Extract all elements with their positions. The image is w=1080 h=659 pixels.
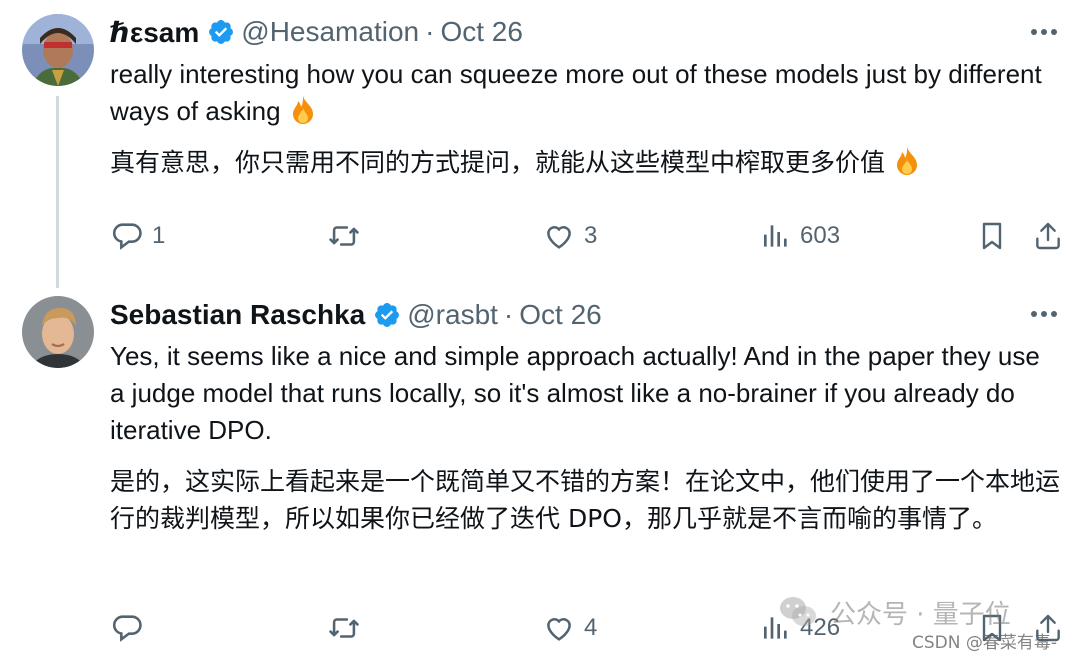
tweet-date[interactable]: Oct 26 [519,299,601,331]
tweet-date[interactable]: Oct 26 [440,16,522,48]
separator-dot: · [425,16,435,47]
analytics-icon [764,225,787,247]
tweet-text: really interesting how you can squeeze m… [110,59,1042,126]
wechat-icon [780,597,816,626]
repost-button[interactable] [326,216,370,256]
reply-icon [112,223,142,250]
user-handle[interactable]: @Hesamation [241,16,419,48]
fire-emoji-icon [287,94,319,136]
csdn-credit: CSDN @春菜有毒- [912,633,1058,653]
more-options-icon[interactable] [1026,14,1062,50]
reply-count: 1 [152,222,166,249]
tweet-text-en: Yes, it seems like a nice and simple app… [110,341,1040,445]
tweet-text-zh: 是的，这实际上看起来是一个既简单又不错的方案！在论文中，他们使用了一个本地运行的… [110,467,1061,533]
tweet-translation: 真有意思，你只需用不同的方式提问，就能从这些模型中榨取更多价值 [110,148,886,177]
more-options-icon[interactable] [1026,296,1062,332]
reply-icon [112,615,142,642]
avatar[interactable] [22,14,94,86]
action-bar: 1 3 603 [108,216,1068,256]
fire-emoji-icon [891,145,923,187]
display-name[interactable]: Sebastian Raschka [110,299,365,331]
like-count: 4 [584,614,598,641]
reply-button[interactable]: 1 [110,216,165,256]
share-icon [1036,222,1060,250]
repost-button[interactable] [326,608,370,648]
reply-button[interactable] [110,608,152,648]
like-button[interactable]: 4 [542,608,597,648]
verified-badge-icon [207,18,235,46]
heart-icon [547,226,571,249]
view-count: 603 [800,222,841,249]
like-button[interactable]: 3 [542,216,597,256]
like-count: 3 [584,222,598,249]
repost-icon [329,226,359,246]
display-name[interactable]: ℏεsam [110,16,199,49]
heart-icon [547,618,571,641]
repost-icon [329,618,359,638]
bookmark-button[interactable] [976,216,1008,256]
verified-badge-icon [373,301,401,329]
thread-connector [56,96,59,288]
separator-dot: · [503,299,514,330]
views-button[interactable]: 603 [760,216,840,256]
watermark-label: 公众号 · 量子位 [830,599,1011,630]
bookmark-icon [982,222,1002,250]
avatar[interactable] [22,296,94,368]
tweet-text-en: really interesting how you can squeeze m… [110,56,1060,136]
tweet-text-zh: 真有意思，你只需用不同的方式提问，就能从这些模型中榨取更多价值 [110,144,1070,187]
user-handle[interactable]: @rasbt [407,299,498,331]
tweet-hesamation[interactable]: ℏεsam @Hesamation · Oct 26 really intere… [0,0,1080,290]
share-button[interactable] [1032,216,1064,256]
